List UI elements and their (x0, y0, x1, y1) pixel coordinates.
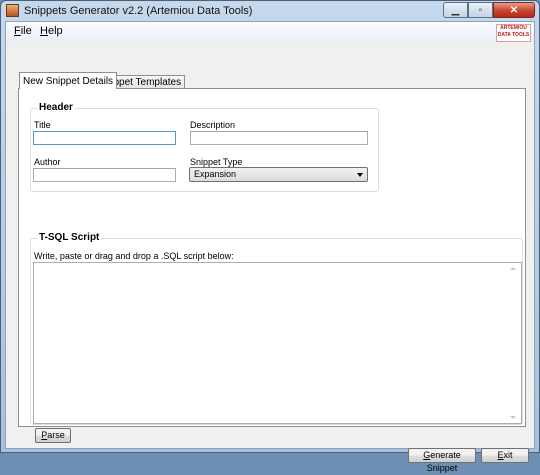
caption-buttons: ▁ ▫ ✕ (443, 2, 535, 19)
logo-line1: ARTEMIOU (500, 25, 527, 31)
minimize-button[interactable]: ▁ (443, 2, 468, 18)
tab-panel: Header Title Description Author Snippet … (18, 88, 526, 443)
scroll-down-icon (510, 416, 516, 419)
menu-file[interactable]: File (14, 25, 32, 37)
menu-file-accel: F (14, 25, 21, 37)
client-area: File Help ARTEMIOU DATA TOOLS New Snippe… (5, 21, 535, 473)
snippet-type-dropdown[interactable]: Expansion (189, 167, 368, 182)
parse-button[interactable]: Parse (35, 428, 71, 443)
minimize-icon: ▁ (451, 4, 460, 16)
generate-snippet-button[interactable]: Generate Snippet (408, 448, 476, 473)
script-instruction-label: Write, paste or drag and drop a .SQL scr… (34, 251, 234, 261)
exit-button-label: xit (503, 450, 513, 460)
logo-line2: DATA TOOLS (497, 32, 530, 38)
description-input[interactable] (190, 131, 368, 145)
header-group-title: Header (37, 102, 75, 113)
generate-button-label: enerate Snippet (426, 450, 461, 473)
scroll-up-icon (510, 267, 516, 270)
menu-help[interactable]: Help (40, 25, 63, 37)
menu-help-accel: H (40, 25, 48, 37)
author-label: Author (34, 157, 61, 167)
parse-button-label: arse (47, 430, 65, 440)
menu-help-label: elp (47, 25, 63, 37)
script-scrollbar[interactable] (505, 263, 521, 423)
window-title: Snippets Generator v2.2 (Artemiou Data T… (24, 5, 253, 17)
close-button[interactable]: ✕ (493, 2, 535, 18)
title-input[interactable] (33, 131, 176, 145)
snippet-type-value: Expansion (194, 169, 237, 179)
menu-file-label: ile (20, 25, 32, 37)
app-icon (6, 4, 19, 17)
close-icon: ✕ (509, 4, 519, 16)
title-label: Title (34, 120, 51, 130)
tab-new-snippet-details[interactable]: New Snippet Details (19, 72, 118, 89)
snippet-type-label: Snippet Type (190, 157, 243, 167)
tsql-script-group-title: T-SQL Script (37, 232, 102, 243)
chevron-down-icon (357, 173, 363, 177)
tsql-script-group: T-SQL Script Write, paste or drag and dr… (30, 232, 523, 443)
app-window: Snippets Generator v2.2 (Artemiou Data T… (0, 0, 540, 473)
header-group: Header Title Description Author Snippet … (30, 102, 379, 192)
description-label: Description (190, 120, 236, 130)
exit-button[interactable]: Exit (481, 448, 529, 463)
maximize-button[interactable]: ▫ (468, 2, 493, 18)
script-textarea[interactable] (33, 262, 522, 424)
author-input[interactable] (33, 168, 176, 182)
maximize-icon: ▫ (478, 4, 483, 16)
artemiou-logo: ARTEMIOU DATA TOOLS (496, 24, 531, 42)
body-area: New Snippet Details Snippet Templates He… (6, 42, 534, 473)
menu-bar: File Help ARTEMIOU DATA TOOLS (6, 22, 534, 43)
title-bar[interactable]: Snippets Generator v2.2 (Artemiou Data T… (1, 1, 539, 21)
